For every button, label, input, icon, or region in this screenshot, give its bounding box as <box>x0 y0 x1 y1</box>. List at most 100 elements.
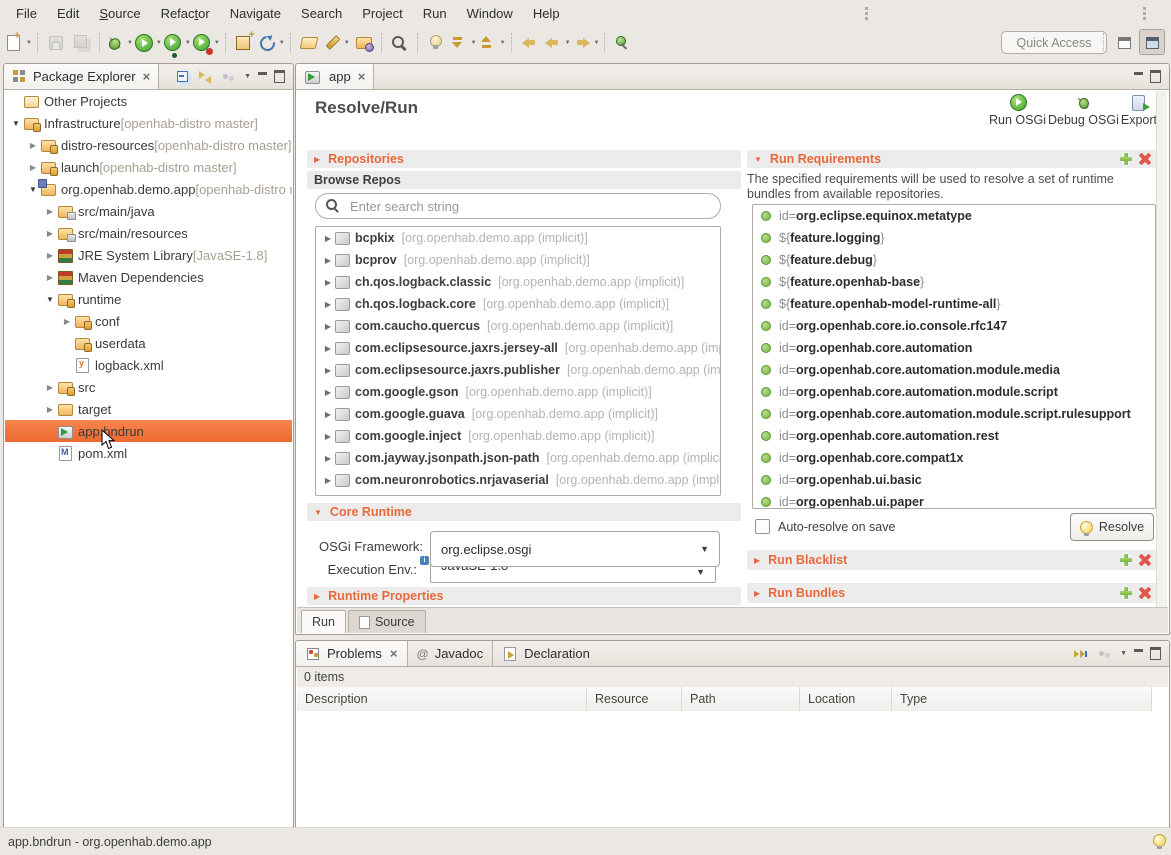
menu-edit[interactable]: Edit <box>47 2 89 25</box>
repo-item[interactable]: ▶com.google.guava[org.openhab.demo.app (… <box>316 403 720 425</box>
requirement-item[interactable]: id=org.openhab.ui.paper <box>753 491 1155 509</box>
collapse-all-icon[interactable] <box>175 69 191 85</box>
run-bundles-section-header[interactable]: ▶ Run Bundles <box>747 583 1158 603</box>
tab-source[interactable]: Source <box>348 610 426 633</box>
menu-navigate[interactable]: Navigate <box>220 2 291 25</box>
tree-collapsed-arrow-icon[interactable]: ▶ <box>43 273 57 282</box>
dropdown-arrow-icon[interactable]: ▼ <box>127 40 133 46</box>
tree-collapsed-arrow-icon[interactable]: ▶ <box>321 278 335 287</box>
dropdown-arrow-icon[interactable]: ▼ <box>344 40 350 46</box>
package-explorer-tab[interactable]: Package Explorer × <box>4 64 159 89</box>
add-requirement-icon[interactable] <box>1120 153 1132 165</box>
close-icon[interactable]: × <box>358 69 366 84</box>
coverage-button[interactable]: ▼ <box>164 30 191 56</box>
remove-requirement-icon[interactable] <box>1139 153 1151 165</box>
repo-item[interactable]: ▶com.google.gson[org.openhab.demo.app (i… <box>316 381 720 403</box>
tree-collapsed-arrow-icon[interactable]: ▶ <box>321 322 335 331</box>
tree-collapsed-arrow-icon[interactable]: ▶ <box>321 366 335 375</box>
profile-button[interactable]: ▼ <box>193 30 220 56</box>
chevron-down-icon[interactable]: ▼ <box>700 544 709 554</box>
column-header-type[interactable]: Type <box>892 687 1152 711</box>
menu-search[interactable]: Search <box>291 2 352 25</box>
tree-collapsed-arrow-icon[interactable]: ▶ <box>43 383 57 392</box>
requirement-item[interactable]: id=org.eclipse.equinox.metatype <box>753 205 1155 227</box>
import-button[interactable] <box>352 30 376 56</box>
dropdown-arrow-icon[interactable]: ▼ <box>156 40 162 46</box>
run-requirements-section-header[interactable]: ▼ Run Requirements <box>747 150 1158 168</box>
add-bundle-icon[interactable] <box>1120 587 1132 599</box>
tab-problems[interactable]: Problems × <box>296 641 408 666</box>
dropdown-arrow-icon[interactable]: ▼ <box>26 40 32 46</box>
forward-button[interactable]: ▼ <box>573 30 600 56</box>
menu-window[interactable]: Window <box>457 2 523 25</box>
requirement-item[interactable]: id=org.openhab.core.compat1x <box>753 447 1155 469</box>
remove-blacklist-icon[interactable] <box>1139 554 1151 566</box>
filters-icon[interactable] <box>1097 646 1113 662</box>
tree-item-conf[interactable]: ▶conf <box>5 310 292 332</box>
prev-annotation-button[interactable]: ▼ <box>479 30 506 56</box>
tree-collapsed-arrow-icon[interactable]: ▶ <box>321 344 335 353</box>
maximize-icon[interactable] <box>1150 647 1161 660</box>
menu-help[interactable]: Help <box>523 2 570 25</box>
tree-expanded-arrow-icon[interactable]: ▼ <box>43 295 57 304</box>
requirement-item[interactable]: ${feature.logging} <box>753 227 1155 249</box>
repo-item[interactable]: ▶ch.qos.logback.classic[org.openhab.demo… <box>316 271 720 293</box>
dropdown-arrow-icon[interactable]: ▼ <box>565 40 571 46</box>
repositories-section-header[interactable]: ▶ Repositories <box>307 150 741 168</box>
editor-scrollbar[interactable] <box>1156 91 1167 607</box>
requirement-item[interactable]: id=org.openhab.core.io.console.rfc147 <box>753 315 1155 337</box>
dropdown-arrow-icon[interactable]: ▼ <box>185 40 191 46</box>
tree-collapsed-arrow-icon[interactable]: ▶ <box>321 300 335 309</box>
tree-collapsed-arrow-icon[interactable]: ▶ <box>321 454 335 463</box>
new-java-project-button[interactable] <box>232 30 256 56</box>
minimize-icon[interactable] <box>1134 649 1143 658</box>
maximize-icon[interactable] <box>1150 70 1161 83</box>
osgi-framework-combo[interactable]: org.eclipse.osgi ▼ <box>430 531 720 567</box>
tree-collapsed-arrow-icon[interactable]: ▶ <box>26 163 40 172</box>
focus-on-task-icon[interactable] <box>221 69 237 85</box>
tree-item-infrastructure[interactable]: ▼Infrastructure [openhab-distro master] <box>5 112 292 134</box>
requirement-item[interactable]: id=org.openhab.core.automation.module.sc… <box>753 403 1155 425</box>
update-project-button[interactable]: ▼ <box>258 30 285 56</box>
column-header-location[interactable]: Location <box>800 687 892 711</box>
tree-collapsed-arrow-icon[interactable]: ▶ <box>43 251 57 260</box>
tree-item-src-main-resources[interactable]: ▶src/main/resources <box>5 222 292 244</box>
new-wizard-button[interactable]: ▼ <box>5 30 32 56</box>
requirement-item[interactable]: id=org.openhab.core.automation <box>753 337 1155 359</box>
repo-item[interactable]: ▶com.jayway.jsonpath.json-path[org.openh… <box>316 447 720 469</box>
content-assist-button[interactable] <box>424 30 448 56</box>
tree-item-jre-system-library[interactable]: ▶JRE System Library [JavaSE-1.8] <box>5 244 292 266</box>
tree-collapsed-arrow-icon[interactable]: ▶ <box>321 410 335 419</box>
tab-declaration[interactable]: Declaration <box>493 641 599 666</box>
menu-file[interactable]: File <box>6 2 47 25</box>
open-perspective-button[interactable] <box>1112 30 1136 54</box>
tree-collapsed-arrow-icon[interactable]: ▶ <box>43 405 57 414</box>
menu-run[interactable]: Run <box>413 2 457 25</box>
run-blacklist-section-header[interactable]: ▶ Run Blacklist <box>747 550 1158 570</box>
tree-item-target[interactable]: ▶target <box>5 398 292 420</box>
tree-item-pom-xml[interactable]: pom.xml <box>5 442 292 464</box>
chevron-down-icon[interactable]: ▼ <box>696 567 705 577</box>
drag-handle[interactable] <box>865 7 868 20</box>
repo-search-input[interactable] <box>348 198 710 215</box>
dropdown-arrow-icon[interactable]: ▼ <box>214 40 220 46</box>
menu-refactor[interactable]: Refactor <box>151 2 220 25</box>
close-icon[interactable]: × <box>143 69 151 84</box>
repo-item[interactable]: ▶bcprov[org.openhab.demo.app (implicit)] <box>316 249 720 271</box>
repo-item[interactable]: ▶ch.qos.logback.core[org.openhab.demo.ap… <box>316 293 720 315</box>
tree-collapsed-arrow-icon[interactable]: ▶ <box>321 432 335 441</box>
next-annotation-button[interactable]: ▼ <box>450 30 477 56</box>
close-icon[interactable]: × <box>390 646 398 661</box>
java-perspective-button[interactable] <box>1139 29 1165 55</box>
tree-collapsed-arrow-icon[interactable]: ▶ <box>26 141 40 150</box>
core-runtime-section-header[interactable]: ▼ Core Runtime <box>307 503 741 521</box>
tree-item-src[interactable]: ▶src <box>5 376 292 398</box>
tree-expanded-arrow-icon[interactable]: ▼ <box>9 119 23 128</box>
tree-item-runtime[interactable]: ▼runtime <box>5 288 292 310</box>
add-blacklist-icon[interactable] <box>1120 554 1132 566</box>
menu-project[interactable]: Project <box>352 2 412 25</box>
tree-collapsed-arrow-icon[interactable]: ▶ <box>43 229 57 238</box>
requirement-item[interactable]: ${feature.openhab-model-runtime-all} <box>753 293 1155 315</box>
repo-item[interactable]: ▶bcpkix[org.openhab.demo.app (implicit)] <box>316 227 720 249</box>
open-task-button[interactable] <box>297 30 321 56</box>
